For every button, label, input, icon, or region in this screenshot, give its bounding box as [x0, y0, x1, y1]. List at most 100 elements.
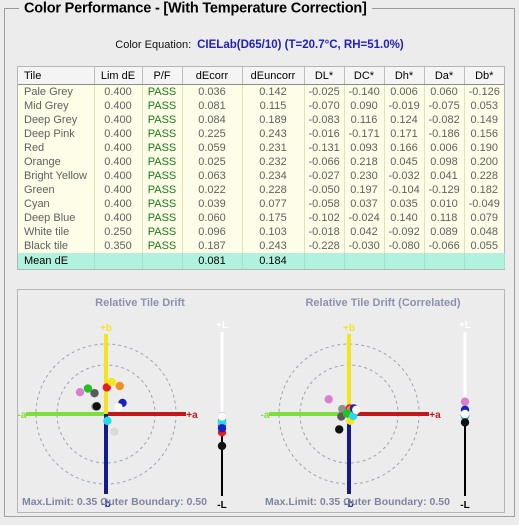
cell-tile: Black tile — [18, 239, 95, 253]
table-row[interactable]: Deep Grey 0.400 PASS 0.084 0.189 -0.083 0.116 0… — [18, 113, 504, 127]
column-header-p-f[interactable]: P/F — [142, 67, 183, 85]
cell-dEuncorr: 0.234 — [242, 169, 305, 183]
cell-pf: PASS — [142, 239, 183, 253]
table-row[interactable]: Red 0.400 PASS 0.059 0.231 -0.131 0.093 0.166 0.… — [18, 141, 504, 155]
cell-tile: Cyan — [18, 197, 95, 211]
mean-empty-cell — [304, 253, 345, 269]
cell-dEuncorr: 0.103 — [242, 225, 305, 239]
cell-DL: -0.027 — [304, 169, 345, 183]
column-header-da[interactable]: Da* — [424, 67, 465, 85]
cell-DL: -0.066 — [304, 155, 345, 169]
charts-panel: Relative Tile Drift +b -b -a +a +L -L Max.Lim… — [17, 289, 505, 513]
column-header-db[interactable]: Db* — [464, 67, 504, 85]
cell-DC: -0.024 — [344, 211, 385, 225]
cell-pf: PASS — [142, 113, 183, 127]
cell-pf: PASS — [142, 141, 183, 155]
tile-results-table[interactable]: Tile Lim dE P/F dEcorr dEuncorr DL* DC* Dh* Da* D… — [17, 66, 505, 270]
mean-row: Mean dE 0.081 0.184 — [18, 253, 505, 269]
cell-lim: 0.400 — [94, 99, 143, 113]
cell-dEcorr: 0.096 — [182, 225, 243, 239]
cell-DL: -0.050 — [304, 183, 345, 197]
drift-L-point — [217, 441, 227, 451]
cell-Dh: -0.032 — [384, 169, 425, 183]
cell-Da: 0.041 — [424, 169, 465, 183]
column-header-lim-de[interactable]: Lim dE — [94, 67, 143, 85]
cell-Dh: 0.171 — [384, 127, 425, 141]
table-row[interactable]: Deep Blue 0.400 PASS 0.060 0.175 -0.102 -0.024… — [18, 211, 504, 225]
table-row[interactable]: Cyan 0.400 PASS 0.039 0.077 -0.058 0.037 0.035 0… — [18, 197, 504, 211]
cell-DC: 0.116 — [344, 113, 385, 127]
minus-L-label: -L — [217, 500, 226, 511]
minus-L-label: -L — [460, 500, 469, 511]
table-row[interactable]: White tile 0.250 PASS 0.096 0.103 -0.018 0.042… — [18, 225, 504, 239]
plus-L-label: +L — [459, 320, 471, 331]
table-row[interactable]: Pale Grey 0.400 PASS 0.036 0.142 -0.025 -0.140… — [18, 84, 504, 99]
cell-dEuncorr: 0.077 — [242, 197, 305, 211]
cell-DC: 0.093 — [344, 141, 385, 155]
cell-dEcorr: 0.059 — [182, 141, 243, 155]
cell-Dh: 0.166 — [384, 141, 425, 155]
chart-right-footer: Max.Limit: 0.35 Outer Boundary: 0.50 — [265, 496, 450, 508]
table-row[interactable]: Deep Pink 0.400 PASS 0.225 0.243 -0.016 -0.171… — [18, 127, 504, 141]
column-header-dl[interactable]: DL* — [304, 67, 345, 85]
cell-Da: -0.075 — [424, 99, 465, 113]
cell-pf: PASS — [142, 225, 183, 239]
drift-point — [114, 403, 123, 412]
table-row[interactable]: Green 0.400 PASS 0.022 0.228 -0.050 0.197 -0.10… — [18, 183, 504, 197]
cell-lim: 0.400 — [94, 84, 143, 99]
minus-a-label: -a — [18, 410, 27, 421]
cell-dEcorr: 0.063 — [182, 169, 243, 183]
table-header-row: Tile Lim dE P/F dEcorr dEuncorr DL* DC* Dh* Da* D… — [18, 67, 504, 85]
cell-Db: 0.048 — [464, 225, 504, 239]
cell-pf: PASS — [142, 84, 183, 99]
mean-empty-cell — [464, 253, 505, 269]
mean-empty-cell — [142, 253, 183, 269]
cell-DL: -0.228 — [304, 239, 345, 253]
plus-a-label: +a — [186, 410, 198, 421]
drift-L-point — [460, 397, 470, 406]
cell-Da: 0.006 — [424, 141, 465, 155]
cell-dEuncorr: 0.228 — [242, 183, 305, 197]
plus-b-label: +b — [100, 323, 112, 334]
cell-tile: Deep Grey — [18, 113, 95, 127]
cell-DL: -0.016 — [304, 127, 345, 141]
plus-L-label: +L — [216, 320, 228, 331]
cell-tile: Green — [18, 183, 95, 197]
mean-empty-cell — [424, 253, 465, 269]
cell-tile: Pale Grey — [18, 84, 95, 99]
cell-Db: 0.149 — [464, 113, 504, 127]
cell-dEcorr: 0.084 — [182, 113, 243, 127]
cell-Da: 0.089 — [424, 225, 465, 239]
cell-pf: PASS — [142, 127, 183, 141]
table-row[interactable]: Mid Grey 0.400 PASS 0.081 0.115 -0.070 0.090 -0… — [18, 99, 504, 113]
drift-point — [352, 405, 361, 414]
color-equation-value: CIELab(D65/10) (T=20.7°C, RH=51.0%) — [197, 39, 404, 51]
cell-dEcorr: 0.022 — [182, 183, 243, 197]
cell-tile: Deep Blue — [18, 211, 95, 225]
cell-Dh: 0.045 — [384, 155, 425, 169]
table-row[interactable]: Bright Yellow 0.400 PASS 0.063 0.234 -0.027 0.… — [18, 169, 504, 183]
cell-dEcorr: 0.187 — [182, 239, 243, 253]
drift-point — [107, 377, 116, 387]
color-equation-row: Color Equation: CIELab(D65/10) (T=20.7°C,… — [5, 39, 514, 51]
cell-DC: 0.197 — [344, 183, 385, 197]
column-header-dh[interactable]: Dh* — [384, 67, 425, 85]
cell-pf: PASS — [142, 211, 183, 225]
column-header-tile[interactable]: Tile — [18, 67, 95, 85]
drift-point — [324, 395, 333, 404]
cell-pf: PASS — [142, 169, 183, 183]
column-header-dc[interactable]: DC* — [344, 67, 385, 85]
cell-pf: PASS — [142, 183, 183, 197]
cell-dEuncorr: 0.175 — [242, 211, 305, 225]
cell-DL: -0.018 — [304, 225, 345, 239]
table-row[interactable]: Black tile 0.350 PASS 0.187 0.243 -0.228 -0.03… — [18, 239, 504, 253]
cell-DC: -0.030 — [344, 239, 385, 253]
table-row[interactable]: Orange 0.400 PASS 0.025 0.232 -0.066 0.218 0.04… — [18, 155, 504, 169]
column-header-decorr[interactable]: dEcorr — [182, 67, 243, 85]
cell-lim: 0.400 — [94, 169, 143, 183]
cell-dEuncorr: 0.189 — [242, 113, 305, 127]
cell-lim: 0.400 — [94, 155, 143, 169]
column-header-deuncorr[interactable]: dEuncorr — [242, 67, 305, 85]
cell-Dh: -0.080 — [384, 239, 425, 253]
drift-L-point — [460, 418, 470, 427]
